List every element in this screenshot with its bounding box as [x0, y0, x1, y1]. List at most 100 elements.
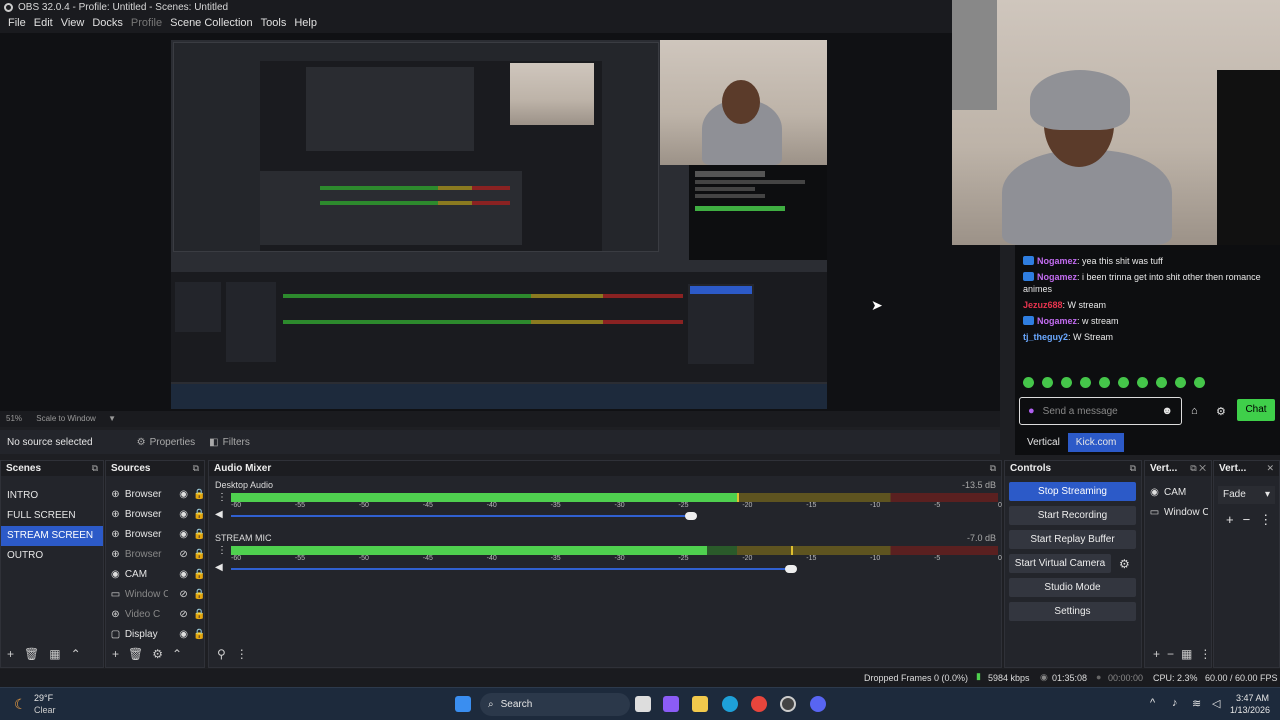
chat-username[interactable]: tj_theguy2 [1023, 332, 1068, 342]
source-item[interactable]: ⊕ Browser ◉ 🔒 [106, 524, 205, 544]
emote-icon[interactable] [1042, 377, 1053, 388]
control-start-virtual-camera[interactable]: Start Virtual Camera [1009, 554, 1111, 573]
undock-icon[interactable]: ⧉ [193, 463, 199, 474]
lock-icon[interactable]: 🔒 [193, 609, 205, 620]
transition-select[interactable]: Fade ▾ [1218, 486, 1275, 504]
menu-edit[interactable]: Edit [30, 15, 57, 33]
task-view-icon[interactable] [635, 696, 651, 712]
link-icon[interactable]: ⚲ [217, 647, 226, 661]
obs-icon[interactable] [780, 696, 796, 712]
more-icon[interactable]: ⋮ [217, 545, 227, 556]
discord-icon[interactable] [810, 696, 826, 712]
scale-mode[interactable]: Scale to Window [36, 414, 96, 423]
speaker-icon[interactable]: ◀ [215, 562, 223, 573]
scene-item[interactable]: OUTRO [1, 546, 103, 566]
zoom-level[interactable]: 51% [6, 414, 22, 423]
trash-icon[interactable]: 🗑 [128, 647, 143, 661]
control-start-replay-buffer[interactable]: Start Replay Buffer [1009, 530, 1136, 549]
gear-icon[interactable]: ⚙ [1216, 405, 1226, 418]
control-start-recording[interactable]: Start Recording [1009, 506, 1136, 525]
emoji-icon[interactable]: ☻ [1161, 405, 1173, 417]
slider-knob[interactable] [685, 512, 698, 520]
menu-scene-collection[interactable]: Scene Collection [166, 15, 257, 33]
menu-tools[interactable]: Tools [257, 15, 291, 33]
menu-view[interactable]: View [57, 15, 89, 33]
chat-send-button[interactable]: Chat [1237, 399, 1275, 421]
filters-icon[interactable]: ▦ [1181, 647, 1192, 661]
chat-username[interactable]: Nogamez [1037, 256, 1077, 266]
add-icon[interactable]: + [1153, 647, 1160, 661]
lock-icon[interactable]: 🔒 [193, 589, 205, 600]
source-item[interactable]: ⊛ Video C ⊘ 🔒 [106, 604, 205, 624]
source-item[interactable]: ⊕ Browser ◉ 🔒 [106, 484, 205, 504]
eye-icon[interactable]: ◉ [178, 629, 189, 640]
volume-icon[interactable]: ◁ [1212, 697, 1220, 710]
microphone-icon[interactable]: ● [1028, 405, 1035, 417]
slider-knob[interactable] [784, 565, 797, 573]
control-studio-mode[interactable]: Studio Mode [1009, 578, 1136, 597]
edge-icon[interactable] [722, 696, 738, 712]
control-settings[interactable]: Settings [1009, 602, 1136, 621]
emote-icon[interactable] [1194, 377, 1205, 388]
eye-off-icon[interactable]: ⊘ [178, 609, 189, 620]
chevron-down-icon[interactable]: ▼ [108, 414, 116, 423]
add-icon[interactable]: + [1226, 512, 1234, 528]
lock-icon[interactable]: 🔒 [193, 549, 205, 560]
emote-icon[interactable] [1137, 377, 1148, 388]
lock-icon[interactable]: 🔒 [193, 629, 205, 640]
wifi-icon[interactable]: ≋ [1192, 697, 1201, 710]
emote-icon[interactable] [1175, 377, 1186, 388]
gear-icon[interactable]: ⚙ [152, 647, 163, 661]
add-icon[interactable]: + [112, 647, 119, 661]
eye-icon[interactable]: ◉ [178, 489, 189, 500]
chat-username[interactable]: Nogamez [1037, 316, 1077, 326]
vertical-source-item[interactable]: ▭ Window C [1145, 502, 1211, 522]
trash-icon[interactable]: 🗑 [24, 647, 39, 661]
volume-slider[interactable]: ◀ [215, 562, 998, 574]
source-item[interactable]: ⊕ Browser ⊘ 🔒 [106, 544, 205, 564]
undock-icon[interactable]: ⧉ [1130, 463, 1136, 474]
eye-off-icon[interactable]: ⊘ [178, 549, 189, 560]
lock-icon[interactable]: 🔒 [193, 569, 205, 580]
menu-help[interactable]: Help [290, 15, 321, 33]
remove-icon[interactable]: − [1167, 647, 1174, 661]
emote-icon[interactable] [1023, 377, 1034, 388]
clock-date[interactable]: 1/13/2026 [1230, 705, 1270, 715]
preview-canvas[interactable] [171, 40, 827, 409]
more-icon[interactable]: ⋮ [217, 492, 227, 503]
undock-icon[interactable]: ⧉ [92, 463, 98, 474]
taskbar-search[interactable]: ⌕ Search [480, 693, 630, 716]
eye-off-icon[interactable]: ⊘ [178, 589, 189, 600]
chevron-up-icon[interactable]: ^ [1150, 697, 1155, 709]
source-item[interactable]: ▭ Window C ⊘ 🔒 [106, 584, 206, 604]
chevron-up-icon[interactable]: ⌃ [71, 647, 81, 661]
scene-item[interactable]: INTRO [1, 486, 103, 506]
chat-username[interactable]: Nogamez [1037, 272, 1077, 282]
file-explorer-icon[interactable] [692, 696, 708, 712]
filters-icon[interactable]: ▦ [49, 647, 60, 661]
emote-icon[interactable] [1156, 377, 1167, 388]
scene-item[interactable]: FULL SCREEN [1, 506, 103, 526]
emote-icon[interactable] [1061, 377, 1072, 388]
vertical-source-item[interactable]: ◉ CAM [1145, 482, 1211, 502]
menu-docks[interactable]: Docks [88, 15, 127, 33]
emote-icon[interactable] [1080, 377, 1091, 388]
speaker-icon[interactable]: ◀ [215, 509, 223, 520]
gift-icon[interactable]: ⌂ [1191, 405, 1198, 417]
emote-icon[interactable] [1099, 377, 1110, 388]
scene-item[interactable]: STREAM SCREEN [1, 526, 103, 546]
virtual-camera-settings-icon[interactable]: ⚙ [1119, 557, 1130, 571]
add-icon[interactable]: + [7, 647, 14, 661]
emote-icon[interactable] [1118, 377, 1129, 388]
copilot-icon[interactable] [663, 696, 679, 712]
eye-icon[interactable]: ◉ [178, 569, 189, 580]
lock-icon[interactable]: 🔒 [193, 509, 205, 520]
close-icon[interactable]: ✕ [1266, 463, 1274, 474]
source-item[interactable]: ▢ Display ◉ 🔒 [106, 624, 206, 644]
volume-slider[interactable]: ◀ [215, 509, 998, 521]
tab-kick[interactable]: Kick.com [1067, 433, 1125, 452]
properties-button[interactable]: ⚙ Properties [137, 437, 196, 448]
eye-icon[interactable]: ◉ [178, 509, 189, 520]
remove-icon[interactable]: − [1243, 512, 1251, 528]
lock-icon[interactable]: 🔒 [193, 529, 205, 540]
